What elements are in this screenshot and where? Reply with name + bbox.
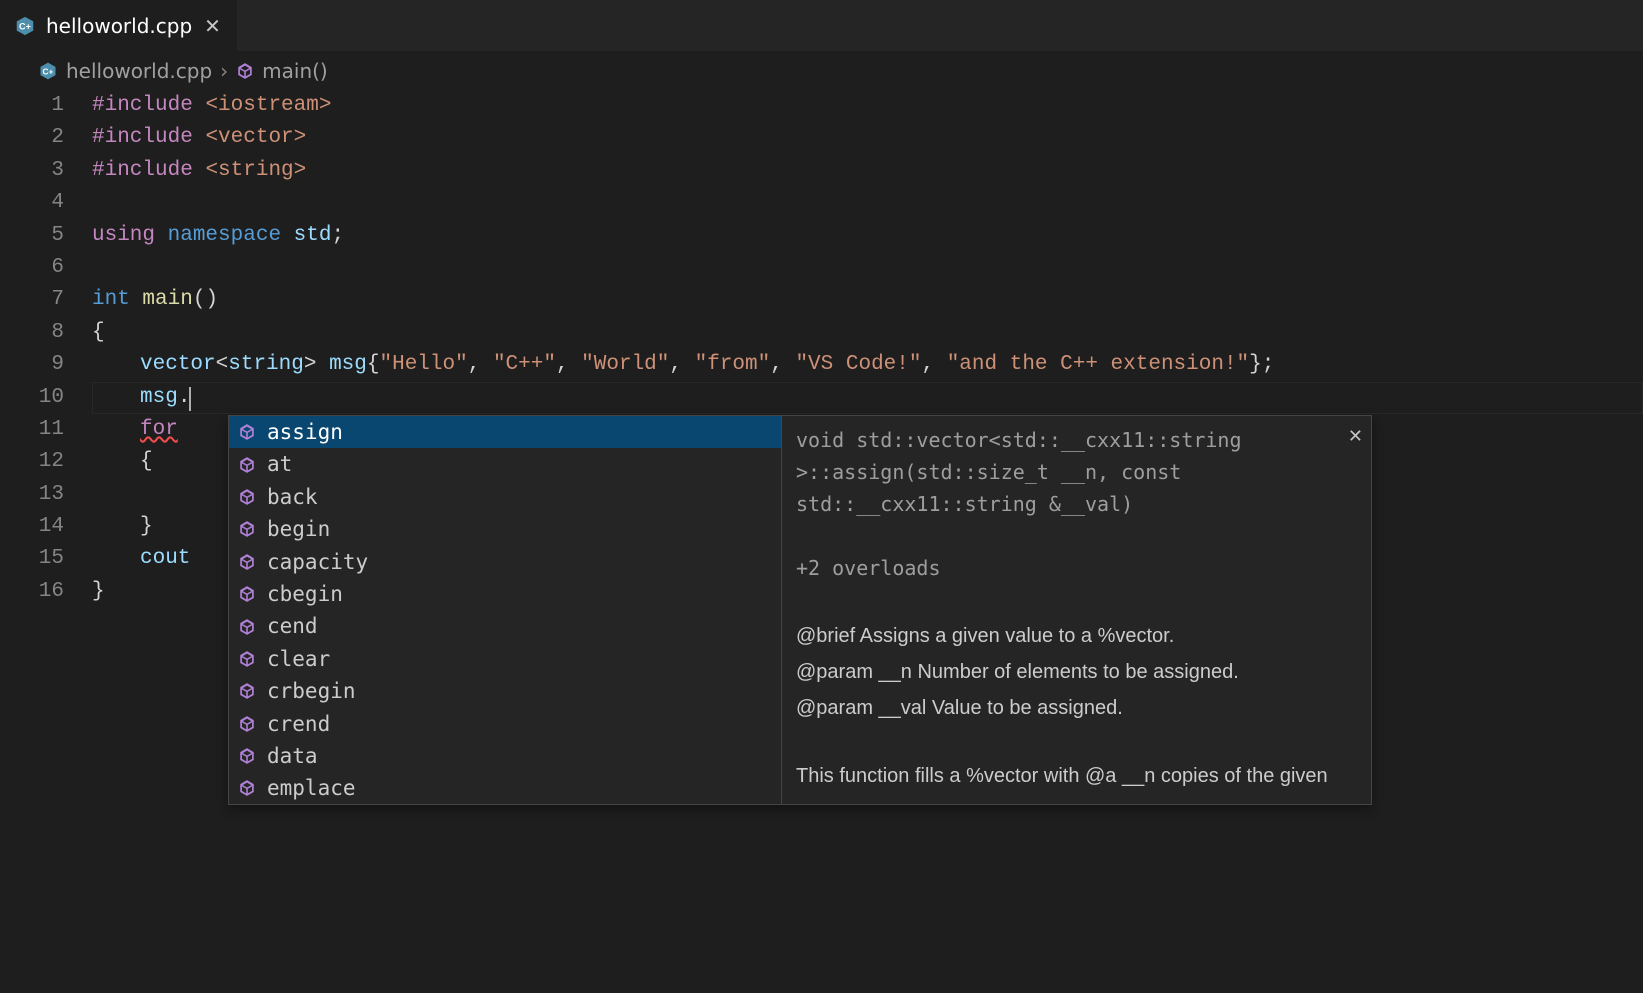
string-literal: "World" [581,353,669,376]
suggestion-label: data [267,740,318,772]
doc-param: @param __val Value to be assigned. [796,692,1357,724]
doc-param: @param __n Number of elements to be assi… [796,656,1357,688]
breadcrumb-file[interactable]: helloworld.cpp [66,59,212,83]
string-literal: "from" [695,353,771,376]
code-editor[interactable]: 1234 5678 9101112 13141516 #include <ios… [0,90,1643,608]
suggestion-item[interactable]: emplace [229,772,781,804]
brace: } [140,515,153,538]
for-keyword: for [140,418,178,441]
suggestion-label: begin [267,513,330,545]
semicolon: ; [331,224,344,247]
doc-body: This function fills a %vector with @a __… [796,760,1357,792]
intellisense-popup: assignatbackbegincapacitycbegincendclear… [228,415,1372,805]
suggestion-item[interactable]: cbegin [229,578,781,610]
method-icon [237,423,257,441]
text-cursor [189,387,191,411]
close-icon[interactable]: ✕ [1348,422,1363,451]
suggestion-item[interactable]: begin [229,513,781,545]
preproc-keyword: #include [92,159,193,182]
cpp-file-icon: C+ [38,61,58,81]
namespace-name: std [294,224,332,247]
svg-text:C+: C+ [19,21,31,31]
suggestion-item[interactable]: crend [229,708,781,740]
breadcrumb: C+ helloworld.cpp › main() [0,52,1643,90]
suggestion-item[interactable]: assign [229,416,781,448]
suggestion-details: ✕ void std::vector<std::__cxx11::string … [781,416,1371,804]
string-literal: "VS Code!" [795,353,921,376]
variable-ref: msg [140,386,178,409]
line-number-gutter: 1234 5678 9101112 13141516 [0,90,92,608]
chevron-right-icon: › [220,59,228,83]
string-literal: "C++" [493,353,556,376]
method-icon [236,62,254,80]
angle-bracket: > [304,353,317,376]
brace: { [140,450,153,473]
angle-bracket: < [216,353,229,376]
suggestion-item[interactable]: at [229,448,781,480]
method-icon [237,779,257,797]
identifier: cout [140,547,190,570]
tab-filename: helloworld.cpp [46,14,192,38]
close-icon[interactable]: ✕ [202,14,223,38]
suggestion-item[interactable]: cend [229,610,781,642]
suggestion-item[interactable]: back [229,481,781,513]
suggestion-item[interactable]: data [229,740,781,772]
suggestion-list[interactable]: assignatbackbegincapacitycbegincendclear… [229,416,781,804]
suggestion-item[interactable]: capacity [229,546,781,578]
tab-bar: C+ helloworld.cpp ✕ [0,0,1643,52]
method-icon [237,520,257,538]
method-icon [237,650,257,668]
type-arg: string [228,353,304,376]
brace: { [92,321,105,344]
namespace-keyword: namespace [168,224,281,247]
suggestion-label: crbegin [267,675,356,707]
include-header: <iostream> [205,94,331,117]
doc-brief: @brief Assigns a given value to a %vecto… [796,620,1357,652]
include-header: <string> [205,159,306,182]
svg-text:C+: C+ [43,66,54,76]
suggestion-label: crend [267,708,330,740]
brace: } [92,580,105,603]
brace: { [367,353,380,376]
signature-text: void std::vector<std::__cxx11::string >:… [796,424,1357,520]
overloads-text: +2 overloads [796,552,1357,584]
variable-name: msg [329,353,367,376]
method-icon [237,488,257,506]
suggestion-label: at [267,448,292,480]
suggestion-item[interactable]: crbegin [229,675,781,707]
string-literal: "Hello" [380,353,468,376]
suggestion-label: capacity [267,546,368,578]
using-keyword: using [92,224,155,247]
suggestion-label: emplace [267,772,356,804]
preproc-keyword: #include [92,94,193,117]
method-icon [237,618,257,636]
method-icon [237,553,257,571]
method-icon [237,715,257,733]
method-icon [237,747,257,765]
suggestion-item[interactable]: clear [229,643,781,675]
breadcrumb-symbol[interactable]: main() [262,59,328,83]
method-icon [237,456,257,474]
return-type: int [92,288,130,311]
suggestion-label: clear [267,643,330,675]
method-icon [237,585,257,603]
cpp-file-icon: C+ [14,15,36,37]
string-literal: "and the C++ extension!" [947,353,1249,376]
preproc-keyword: #include [92,126,193,149]
suggestion-label: assign [267,416,343,448]
brace-semi: }; [1249,353,1274,376]
suggestion-label: back [267,481,318,513]
suggestion-label: cbegin [267,578,343,610]
function-name: main [142,288,192,311]
method-icon [237,682,257,700]
include-header: <vector> [205,126,306,149]
suggestion-label: cend [267,610,318,642]
type-name: vector [140,353,216,376]
parens: () [193,288,218,311]
editor-tab[interactable]: C+ helloworld.cpp ✕ [0,0,238,51]
